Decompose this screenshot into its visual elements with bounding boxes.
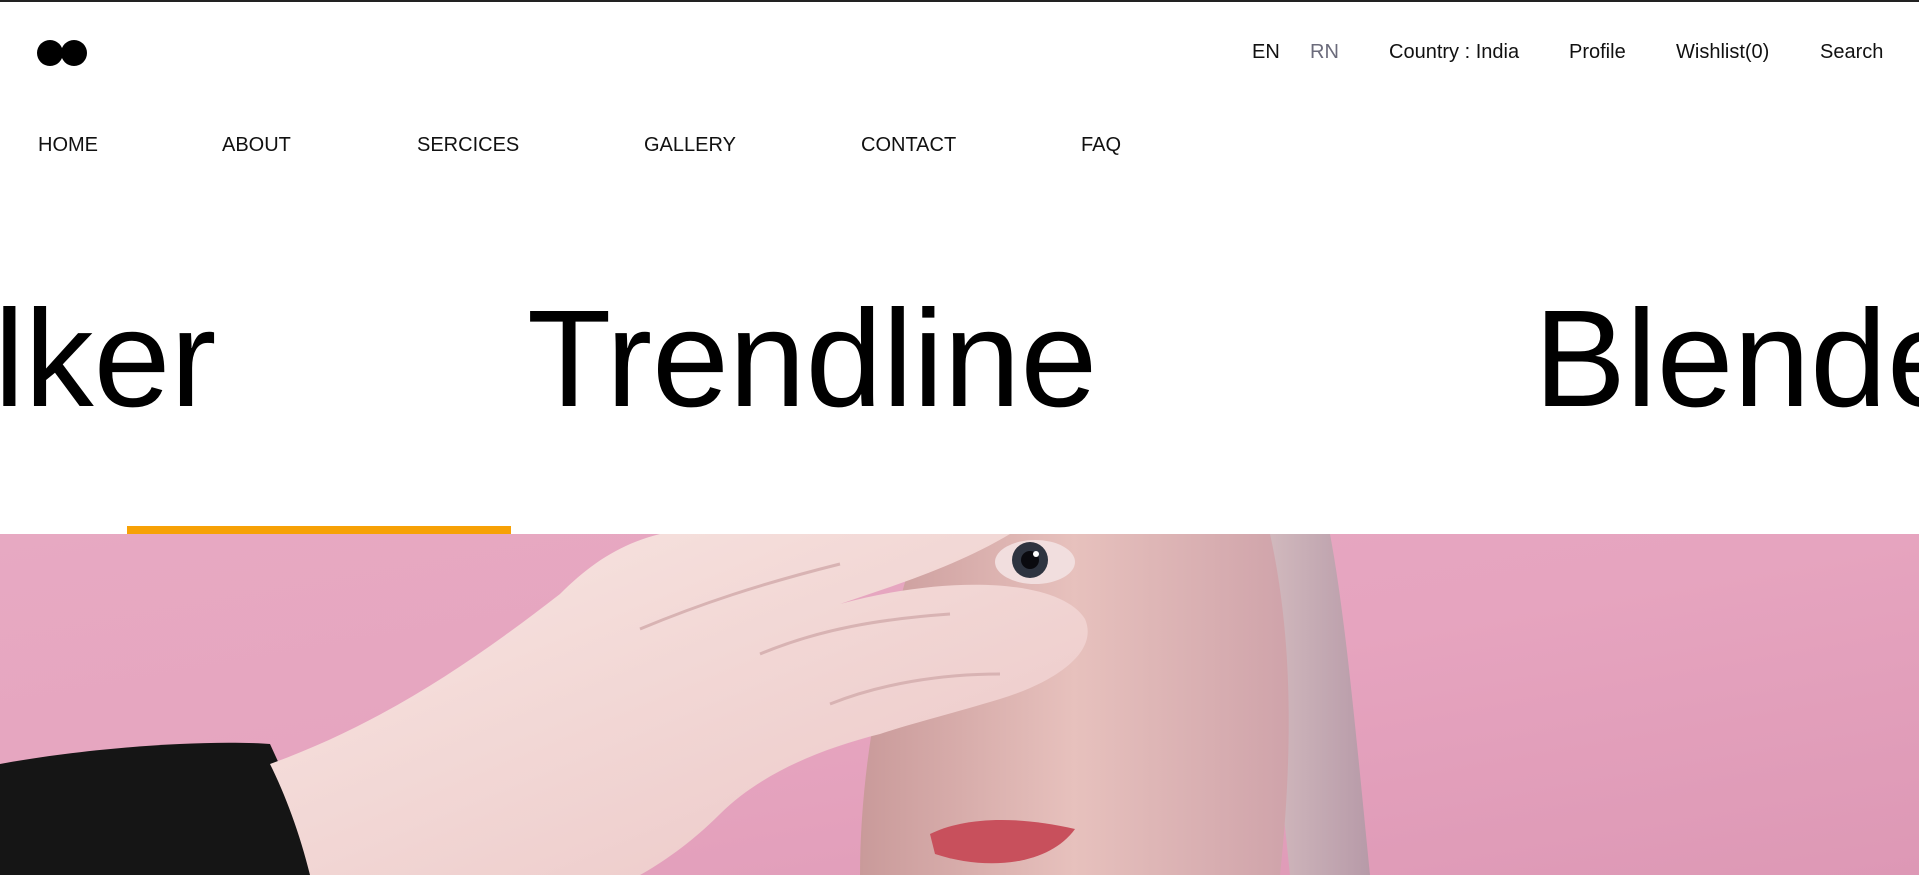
nav-item-gallery[interactable]: GALLERY	[644, 133, 736, 157]
marquee-word: lker	[0, 282, 217, 436]
marquee-word: Blende	[1534, 282, 1919, 436]
hero-illustration	[0, 534, 1919, 875]
country-selector[interactable]: Country : India	[1389, 40, 1519, 64]
page: EN RN Country : India Profile Wishlist(0…	[0, 0, 1919, 875]
profile-link[interactable]: Profile	[1569, 40, 1626, 64]
language-en-link[interactable]: EN	[1252, 40, 1280, 64]
language-rn-link[interactable]: RN	[1310, 40, 1339, 64]
nav-item-about[interactable]: ABOUT	[222, 133, 291, 157]
nav-item-contact[interactable]: CONTACT	[861, 133, 956, 157]
top-border	[0, 0, 1919, 2]
search-link[interactable]: Search	[1820, 40, 1883, 64]
logo-dot-right	[61, 40, 87, 66]
nav-item-services[interactable]: SERCICES	[417, 133, 519, 157]
logo-dot-left	[37, 40, 63, 66]
eye-highlight	[1033, 551, 1039, 557]
nav-item-home[interactable]: HOME	[38, 133, 98, 157]
accent-bar	[127, 526, 511, 534]
wishlist-link[interactable]: Wishlist(0)	[1676, 40, 1769, 64]
nav-item-faq[interactable]: FAQ	[1081, 133, 1121, 157]
hero-image	[0, 534, 1919, 875]
marquee-word: Trendline	[527, 282, 1098, 436]
logo-icon[interactable]	[37, 40, 89, 66]
